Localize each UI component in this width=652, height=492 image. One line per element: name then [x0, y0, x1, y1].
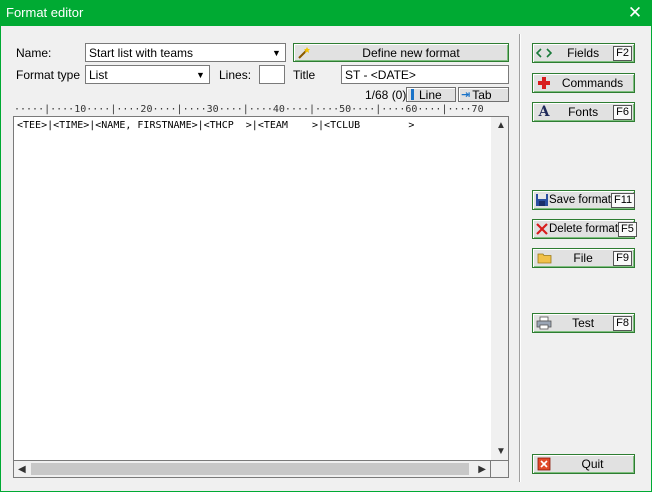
name-combobox[interactable]: Start list with teams ▼	[85, 43, 286, 62]
tab-arrow-icon: ⇥	[461, 89, 471, 101]
line-button[interactable]: Line	[406, 87, 456, 102]
cursor-position: 1/68 (0)	[365, 88, 407, 102]
save-format-label: Save format	[549, 194, 611, 206]
tab-button-label: Tab	[472, 87, 492, 102]
angle-brackets-icon	[535, 47, 553, 59]
column-ruler: ·····|····10····|····20····|····30····|·…	[14, 104, 484, 115]
line-marker-icon	[411, 89, 414, 100]
red-x-icon	[535, 222, 549, 236]
format-type-combobox[interactable]: List ▼	[85, 65, 210, 84]
quit-label: Quit	[581, 457, 604, 471]
printer-icon	[535, 316, 553, 330]
quit-icon	[535, 457, 553, 471]
fields-shortcut: F2	[613, 45, 632, 61]
format-text-editor[interactable]: <TEE>|<TIME>|<NAME, FIRSTNAME>|<THCP >|<…	[13, 116, 491, 461]
lines-label: Lines:	[219, 68, 252, 82]
floppy-disk-icon	[535, 193, 549, 207]
horizontal-scroll-thumb[interactable]	[31, 463, 469, 475]
horizontal-scrollbar[interactable]: ◀ ▶	[13, 461, 491, 478]
test-label: Test	[572, 316, 595, 330]
delete-format-shortcut: F5	[618, 221, 637, 237]
scroll-left-icon[interactable]: ◀	[18, 464, 26, 475]
fields-label: Fields	[567, 46, 600, 60]
format-type-label: Format type	[16, 68, 81, 82]
fonts-label: Fonts	[568, 105, 599, 119]
vertical-scrollbar[interactable]: ▲ ▼	[491, 116, 509, 461]
delete-format-button[interactable]: Delete format F5	[532, 219, 637, 239]
save-format-button[interactable]: Save format F11	[532, 190, 636, 210]
line-button-label: Line	[419, 87, 442, 102]
quit-button[interactable]: Quit	[532, 454, 635, 474]
define-new-format-label: Define new format	[362, 45, 460, 60]
file-label: File	[573, 251, 593, 265]
folder-icon	[535, 252, 553, 264]
lines-input[interactable]	[259, 65, 285, 84]
name-value: Start list with teams	[89, 46, 194, 60]
save-format-shortcut: F11	[611, 192, 636, 208]
window-title: Format editor	[6, 5, 84, 20]
scroll-down-icon[interactable]: ▼	[496, 446, 506, 457]
letter-a-icon: A	[538, 104, 550, 120]
commands-label: Commands	[561, 76, 624, 90]
chevron-down-icon[interactable]: ▼	[193, 67, 208, 82]
file-shortcut: F9	[613, 250, 632, 266]
name-label: Name:	[16, 46, 52, 60]
title-input[interactable]: ST - <DATE>	[341, 65, 509, 84]
vertical-separator	[519, 34, 521, 482]
title-label: Title	[293, 68, 316, 82]
format-type-value: List	[89, 68, 108, 82]
scroll-up-icon[interactable]: ▲	[496, 120, 506, 131]
chevron-down-icon[interactable]: ▼	[269, 45, 284, 60]
close-icon[interactable]: ✕	[618, 0, 652, 26]
scroll-right-icon[interactable]: ▶	[478, 464, 486, 475]
fields-button[interactable]: Fields F2	[532, 43, 635, 63]
test-shortcut: F8	[613, 315, 632, 331]
red-cross-icon	[535, 76, 553, 90]
magic-wand-icon	[294, 46, 314, 60]
title-bar: Format editor ✕	[0, 0, 652, 26]
tab-button[interactable]: ⇥ Tab	[458, 87, 509, 102]
file-button[interactable]: File F9	[532, 248, 635, 268]
fonts-shortcut: F6	[613, 104, 632, 120]
define-new-format-button[interactable]: Define new format	[293, 43, 509, 62]
commands-button[interactable]: Commands	[532, 73, 635, 93]
fonts-button[interactable]: A Fonts F6	[532, 102, 635, 122]
test-button[interactable]: Test F8	[532, 313, 635, 333]
scroll-corner	[491, 461, 509, 478]
delete-format-label: Delete format	[549, 223, 619, 235]
